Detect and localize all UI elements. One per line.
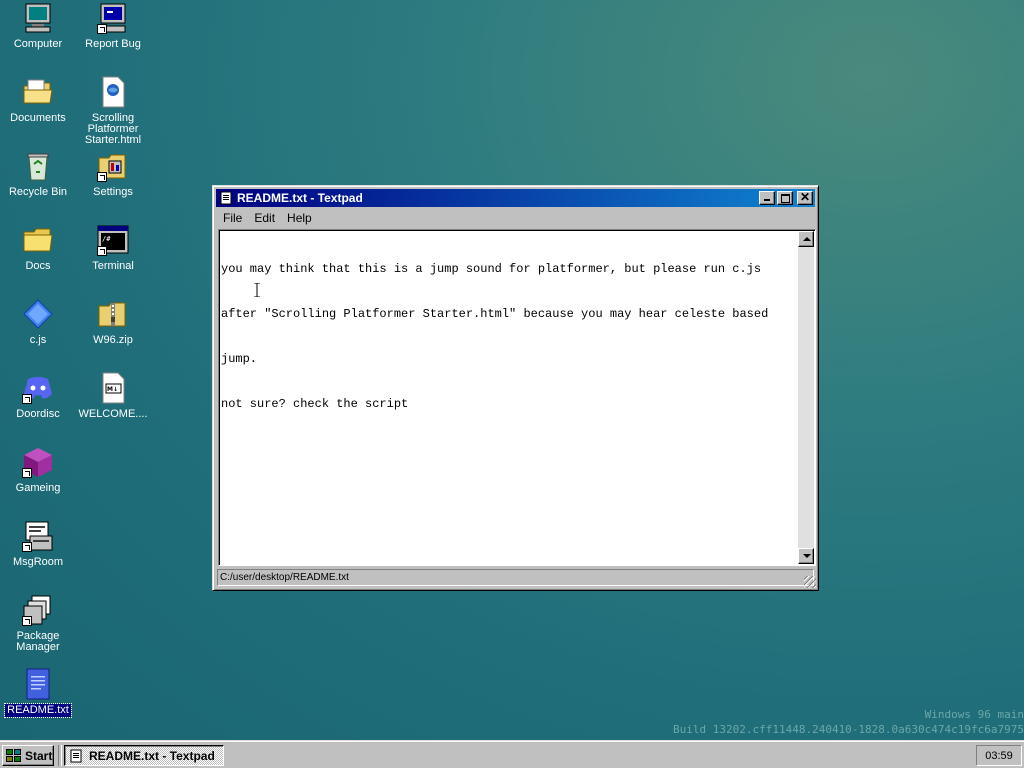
desktop-icon-report-bug[interactable]: Report Bug (76, 2, 150, 51)
desktop-icon-label: Recycle Bin (8, 186, 68, 198)
package-manager-icon (22, 594, 54, 626)
shortcut-arrow-icon (22, 616, 32, 626)
desktop-icon-msgroom[interactable]: MsgRoom (1, 520, 75, 569)
text-line: you may think that this is a jump sound … (221, 262, 762, 276)
desktop-icon-label: c.js (29, 334, 47, 346)
watermark-line-2: Build 13202.cff11448.240410-1828.0a630c4… (673, 723, 1024, 736)
desktop-icon-readme[interactable]: README.txt (1, 668, 75, 718)
window-title: README.txt - Textpad (237, 191, 363, 205)
minimize-icon (764, 199, 770, 201)
desktop-icon-terminal[interactable]: /# Terminal (76, 224, 150, 273)
folder-icon (22, 224, 54, 256)
recycle-bin-icon (22, 150, 54, 182)
desktop-icon-c-js[interactable]: c.js (1, 298, 75, 347)
desktop-icon-recycle-bin[interactable]: Recycle Bin (1, 150, 75, 199)
taskbar-item-readme[interactable]: README.txt - Textpad (64, 745, 224, 766)
desktop-icon-doordisc[interactable]: Doordisc (1, 372, 75, 421)
build-watermark: Windows 96 main Build 13202.cff11448.240… (673, 707, 1024, 737)
text-line: not sure? check the script (221, 397, 409, 411)
text-line: after "Scrolling Platformer Starter.html… (221, 307, 769, 321)
menu-bar: File Edit Help (217, 209, 318, 228)
svg-text:/#: /# (102, 235, 111, 243)
close-icon: ✕ (799, 190, 811, 204)
report-bug-icon (97, 2, 129, 34)
taskbar-separator (58, 745, 62, 766)
desktop-icon-package-manager[interactable]: Package Manager (1, 594, 75, 654)
settings-icon (97, 150, 129, 182)
markdown-file-icon: M↓ (97, 372, 129, 404)
window-titlebar[interactable]: README.txt - Textpad ✕ (216, 189, 815, 207)
minimize-button[interactable] (759, 191, 775, 205)
scroll-up-button[interactable] (798, 231, 814, 247)
taskbar-item-label: README.txt - Textpad (89, 748, 215, 763)
desktop-icon-label: Terminal (92, 260, 134, 272)
desktop-icon-label: Settings (93, 186, 133, 198)
start-label: Start (25, 748, 53, 763)
status-bar: C:/user/desktop/README.txt (217, 569, 814, 586)
system-tray-clock[interactable]: 03:59 (976, 745, 1022, 766)
menu-file[interactable]: File (217, 209, 248, 228)
desktop-icon-label: Report Bug (85, 38, 141, 50)
menu-edit[interactable]: Edit (248, 209, 281, 228)
desktop-icon-w96-zip[interactable]: W96.zip (76, 298, 150, 347)
arrow-up-icon (803, 237, 811, 241)
text-editor[interactable]: you may think that this is a jump sound … (218, 229, 816, 566)
desktop-icon-label: Docs (25, 260, 51, 272)
shortcut-arrow-icon (97, 246, 107, 256)
html-file-icon (97, 76, 129, 108)
computer-icon (22, 2, 54, 34)
desktop-icon-scrolling-platformer[interactable]: Scrolling Platformer Starter.html (76, 76, 150, 147)
text-line: jump. (221, 352, 258, 366)
start-button[interactable]: Start (2, 745, 54, 766)
cube-icon (22, 446, 54, 478)
desktop-icon-welcome[interactable]: M↓ WELCOME.... (76, 372, 150, 421)
msgroom-icon (22, 520, 54, 552)
svg-text:M↓: M↓ (107, 386, 118, 393)
desktop-icon-label: W96.zip (93, 334, 133, 346)
maximize-button[interactable] (777, 191, 793, 205)
shortcut-arrow-icon (97, 24, 107, 34)
shortcut-arrow-icon (22, 394, 32, 404)
desktop-icon-label: Computer (13, 38, 63, 50)
discord-icon (22, 372, 54, 404)
desktop-icon-label: Documents (10, 112, 66, 124)
shortcut-arrow-icon (97, 172, 107, 182)
close-button[interactable]: ✕ (797, 191, 813, 205)
vertical-scrollbar[interactable] (798, 231, 814, 564)
textpad-task-icon (70, 749, 82, 762)
arrow-down-icon (803, 554, 811, 558)
desktop-icon-label: Doordisc (16, 408, 60, 420)
text-content[interactable]: you may think that this is a jump sound … (221, 232, 799, 563)
desktop-icon-label: Package Manager (16, 630, 60, 653)
documents-folder-icon (22, 76, 54, 108)
menu-help[interactable]: Help (281, 209, 318, 228)
desktop-icon-settings[interactable]: Settings (76, 150, 150, 199)
shortcut-arrow-icon (22, 542, 32, 552)
ibeam-cursor-icon (254, 282, 260, 298)
desktop-icon-label: WELCOME.... (78, 408, 148, 420)
js-file-icon (22, 298, 54, 330)
textpad-window[interactable]: README.txt - Textpad ✕ File Edit Help yo… (212, 185, 819, 591)
desktop-icon-label: MsgRoom (12, 556, 64, 568)
desktop-icon-computer[interactable]: Computer (1, 2, 75, 51)
maximize-icon (781, 194, 790, 203)
desktop-icon-documents[interactable]: Documents (1, 76, 75, 125)
shortcut-arrow-icon (22, 468, 32, 478)
desktop-icon-docs[interactable]: Docs (1, 224, 75, 273)
textpad-app-icon (219, 191, 233, 205)
terminal-icon: /# (97, 224, 129, 256)
windows-logo-icon (6, 748, 21, 762)
desktop-icon-label: README.txt (4, 703, 72, 718)
scroll-down-button[interactable] (798, 548, 814, 564)
zip-file-icon (97, 298, 129, 330)
watermark-line-1: Windows 96 main (924, 708, 1024, 721)
resize-grip[interactable] (804, 576, 816, 588)
desktop-icon-label: Gameing (15, 482, 61, 494)
taskbar: Start README.txt - Textpad 03:59 (0, 740, 1024, 768)
desktop-icon-label: Scrolling Platformer Starter.html (84, 112, 142, 146)
text-file-icon (22, 668, 54, 700)
desktop-icon-gameing[interactable]: Gameing (1, 446, 75, 495)
